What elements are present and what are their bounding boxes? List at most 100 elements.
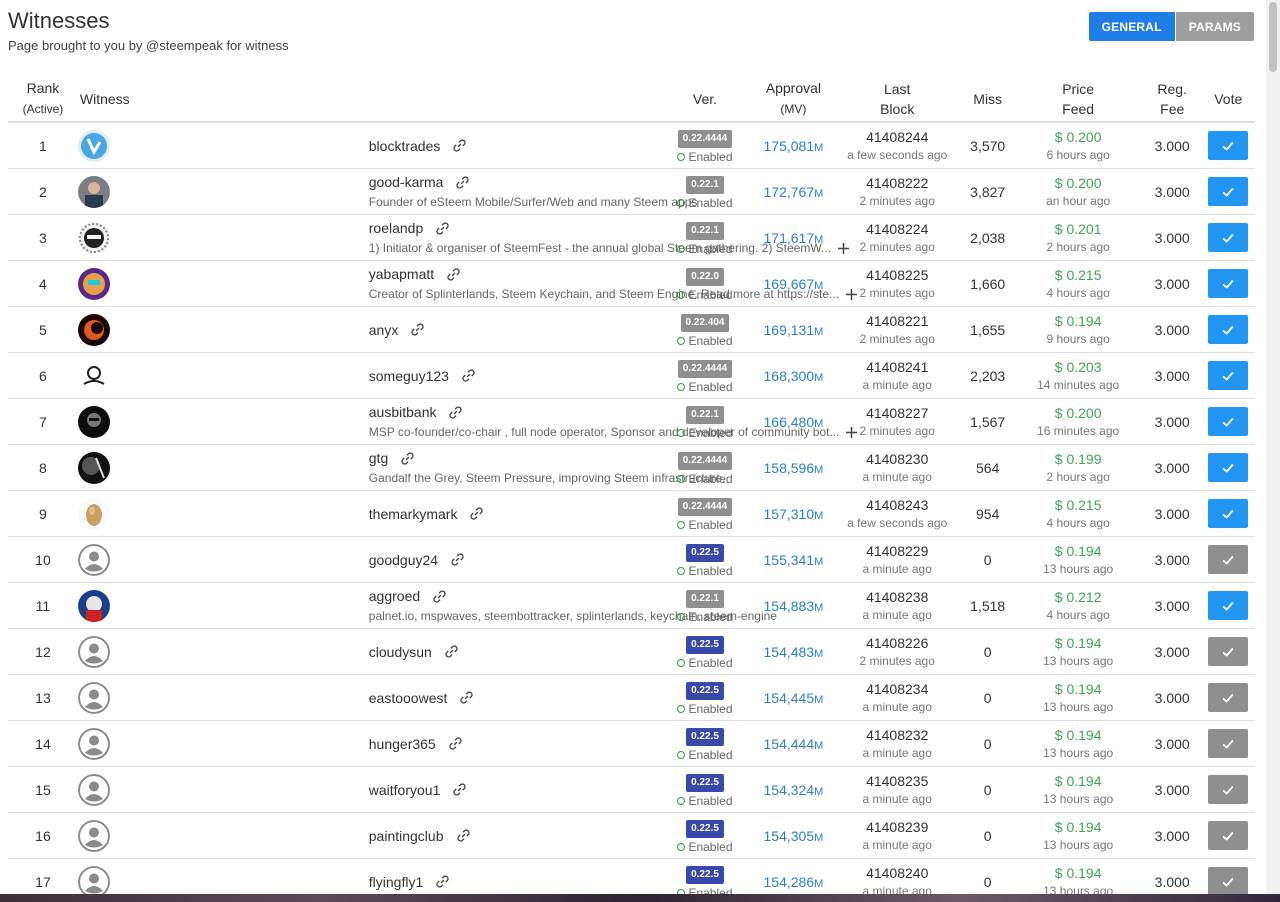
tab-general[interactable]: GENERAL: [1088, 12, 1175, 41]
vote-button[interactable]: [1208, 775, 1249, 804]
vote-button[interactable]: [1208, 545, 1249, 574]
default-user-icon[interactable]: [77, 865, 110, 898]
witness-name[interactable]: hunger365: [369, 736, 436, 752]
vote-button[interactable]: [1208, 315, 1249, 344]
witness-name[interactable]: yabapmatt: [369, 266, 434, 282]
link-icon[interactable]: [444, 644, 459, 659]
approval-value: 154,286M: [764, 874, 824, 890]
header-reg-fee[interactable]: Reg. Fee: [1142, 76, 1202, 123]
vote-button[interactable]: [1208, 637, 1249, 666]
witness-cell: roelandp 1) Initiator & organiser of Stee…: [366, 214, 849, 261]
header-witness[interactable]: Witness: [77, 76, 656, 123]
witness-name[interactable]: themarkymark: [369, 506, 458, 522]
scrollbar-thumb[interactable]: [1269, 2, 1277, 72]
header-approval[interactable]: Approval (MV): [754, 76, 833, 123]
vote-button[interactable]: [1208, 269, 1249, 298]
witness-table: Rank (Active) Witness Ver. Approval (MV)…: [8, 76, 1255, 902]
link-icon[interactable]: [435, 221, 450, 236]
avatar[interactable]: [77, 589, 110, 622]
link-icon[interactable]: [448, 405, 463, 420]
link-icon[interactable]: [456, 828, 471, 843]
default-user-icon[interactable]: [77, 773, 110, 806]
vote-button[interactable]: [1208, 591, 1249, 620]
default-user-icon[interactable]: [77, 727, 110, 760]
link-icon[interactable]: [459, 690, 474, 705]
witness-name[interactable]: ausbitbank: [369, 404, 437, 420]
default-user-icon[interactable]: [77, 681, 110, 714]
expand-plus-icon[interactable]: [845, 426, 858, 439]
vote-button[interactable]: [1208, 499, 1249, 528]
vote-button[interactable]: [1208, 729, 1249, 758]
avatar[interactable]: [77, 497, 110, 530]
link-icon[interactable]: [469, 506, 484, 521]
default-user-icon[interactable]: [77, 543, 110, 576]
check-icon: [1221, 691, 1235, 705]
header-price-feed[interactable]: Price Feed: [1013, 76, 1143, 123]
avatar[interactable]: [77, 175, 110, 208]
witness-name[interactable]: good-karma: [369, 174, 444, 190]
witness-name[interactable]: gtg: [369, 450, 388, 466]
witness-name-line: goodguy24: [369, 552, 656, 568]
link-icon[interactable]: [432, 589, 447, 604]
link-icon[interactable]: [448, 736, 463, 751]
vote-button[interactable]: [1208, 223, 1249, 252]
default-user-icon[interactable]: [77, 819, 110, 852]
status-enabled: Enabled: [656, 380, 755, 394]
last-block-number: 41408229: [866, 543, 929, 559]
witness-name[interactable]: paintingclub: [369, 828, 444, 844]
witness-name[interactable]: roelandp: [369, 220, 424, 236]
miss-cell: 3,570: [961, 122, 1014, 169]
vote-button[interactable]: [1208, 407, 1249, 436]
vote-button[interactable]: [1208, 177, 1249, 206]
vote-button[interactable]: [1208, 683, 1249, 712]
vote-button[interactable]: [1208, 821, 1249, 850]
header-version[interactable]: Ver.: [655, 76, 755, 123]
witness-name[interactable]: anyx: [369, 322, 399, 338]
link-icon[interactable]: [410, 322, 425, 337]
witness-name[interactable]: someguy123: [369, 368, 449, 384]
link-icon[interactable]: [400, 451, 415, 466]
vote-button[interactable]: [1208, 131, 1249, 160]
link-icon[interactable]: [452, 138, 467, 153]
avatar[interactable]: [77, 221, 110, 254]
header-miss[interactable]: Miss: [961, 76, 1014, 123]
vote-button[interactable]: [1208, 867, 1249, 896]
tab-params[interactable]: PARAMS: [1175, 12, 1254, 41]
vote-button[interactable]: [1208, 361, 1249, 390]
avatar[interactable]: [77, 451, 110, 484]
header-rank[interactable]: Rank (Active): [8, 76, 78, 123]
link-icon[interactable]: [461, 368, 476, 383]
avatar[interactable]: [77, 359, 110, 392]
link-icon[interactable]: [452, 782, 467, 797]
witness-name[interactable]: goodguy24: [369, 552, 438, 568]
default-user-icon[interactable]: [77, 635, 110, 668]
expand-plus-icon[interactable]: [845, 288, 858, 301]
page-scrollbar[interactable]: [1266, 0, 1280, 902]
link-icon[interactable]: [450, 552, 465, 567]
witness-name[interactable]: blocktrades: [369, 138, 441, 154]
status-dot-icon: [677, 336, 686, 345]
avatar[interactable]: [77, 313, 110, 346]
link-icon[interactable]: [435, 874, 450, 889]
link-icon[interactable]: [455, 175, 470, 190]
avatar[interactable]: [77, 129, 110, 162]
vote-cell: [1201, 582, 1255, 629]
expand-plus-icon[interactable]: [837, 242, 850, 255]
witness-name[interactable]: eastooowest: [369, 690, 448, 706]
avatar[interactable]: [77, 267, 110, 300]
vote-button[interactable]: [1208, 453, 1249, 482]
approval-number: 154,444: [763, 735, 815, 752]
witness-name[interactable]: cloudysun: [369, 644, 432, 660]
header-approval-label: Approval: [765, 80, 822, 96]
approval-number: 168,300: [763, 367, 815, 384]
witness-name[interactable]: aggroed: [369, 588, 420, 604]
link-icon[interactable]: [446, 267, 461, 282]
avatar[interactable]: [77, 405, 110, 438]
header-rank-sub: (Active): [22, 102, 64, 116]
approval-unit: M: [814, 877, 824, 890]
witness-name[interactable]: flyingfly1: [369, 874, 423, 890]
last-block-time: a few seconds ago: [847, 516, 948, 530]
witness-name[interactable]: waitforyou1: [369, 782, 441, 798]
header-last-block[interactable]: Last Block: [832, 76, 962, 123]
approval-value: 154,324M: [764, 782, 824, 798]
